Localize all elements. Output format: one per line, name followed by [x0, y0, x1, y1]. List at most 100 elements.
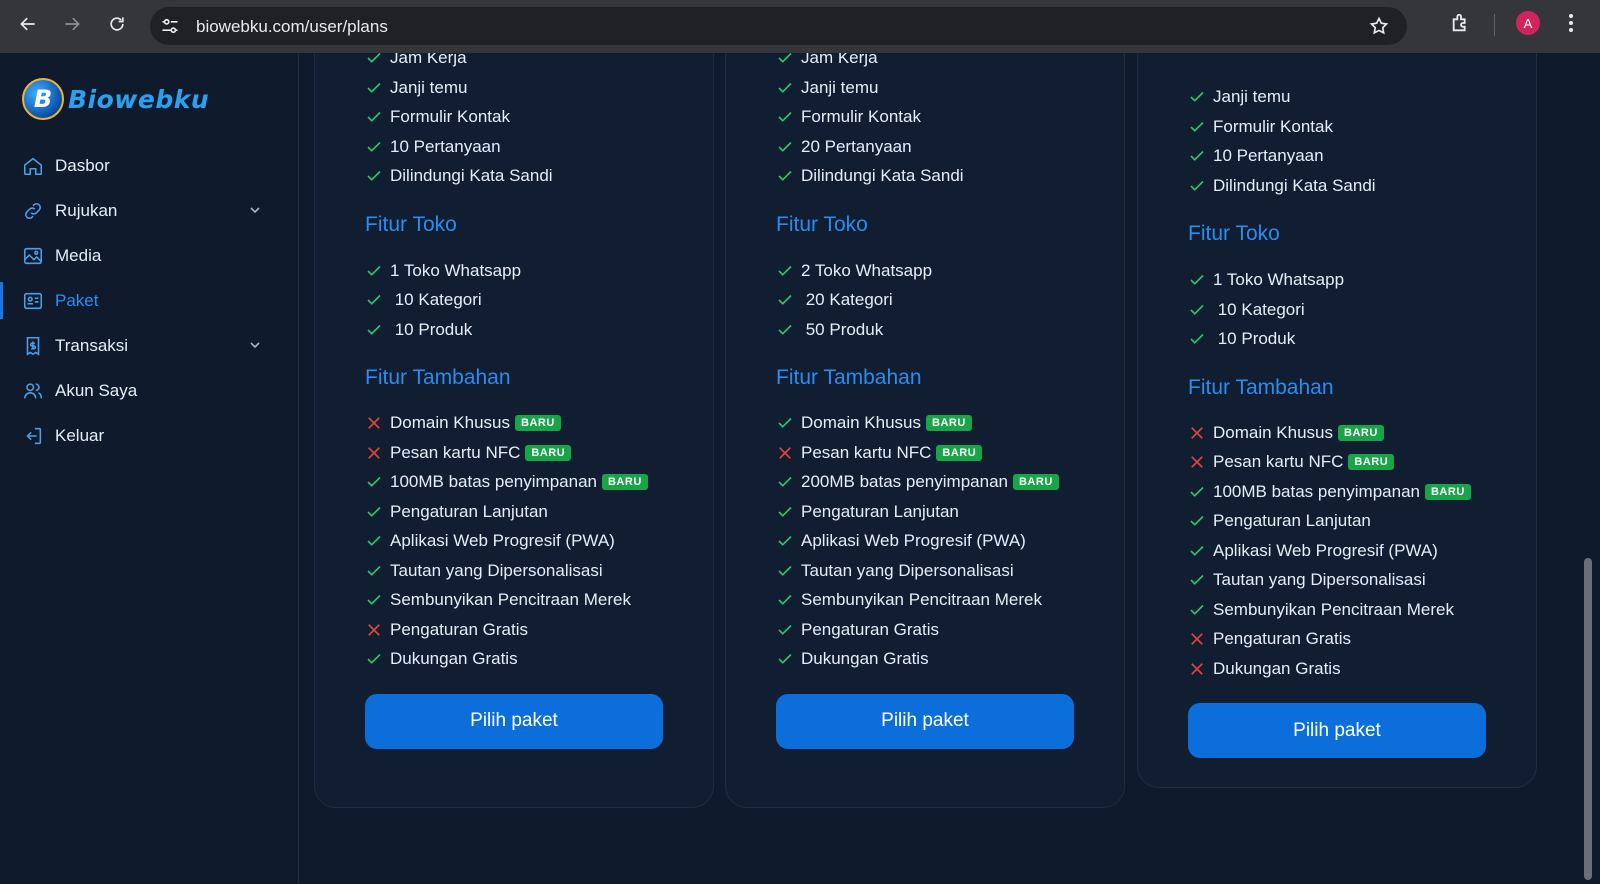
feature-item: Dilindungi Kata Sandi [1188, 175, 1376, 197]
feature-label: Pengaturan Lanjutan [801, 501, 959, 521]
sidebar-item-label: Keluar [55, 425, 105, 445]
feature-label: 1 Toko Whatsapp [390, 260, 522, 280]
cross-icon [368, 417, 380, 429]
feature-item: 10 Produk [365, 319, 472, 341]
feature-label: Dilindungi Kata Sandi [1213, 175, 1376, 195]
feature-label: 10 Produk [1213, 329, 1296, 348]
back-button[interactable] [13, 9, 43, 39]
feature-label: Tautan yang Dipersonalisasi [390, 560, 603, 580]
cross-icon [1191, 633, 1203, 645]
site-settings-icon[interactable] [160, 16, 180, 36]
feature-item: Dilindungi Kata Sandi [776, 165, 964, 187]
check-icon [1190, 180, 1204, 191]
sidebar-item-dasbor[interactable]: Dasbor [0, 143, 299, 188]
cross-icon [368, 446, 380, 459]
feature-item: 100MB batas penyimpanan BARU [365, 471, 648, 493]
check-icon [778, 111, 792, 122]
sidebar-item-transaksi[interactable]: Transaksi [0, 323, 299, 368]
sidebar-item-media[interactable]: Media [0, 233, 299, 278]
feature-item: 10 Produk [1188, 328, 1295, 350]
choose-plan-button[interactable]: Pilih paket [776, 693, 1074, 749]
reload-button[interactable] [102, 9, 132, 39]
feature-item: Janji temu [776, 77, 878, 99]
check-icon [778, 53, 792, 63]
choose-plan-button[interactable]: Pilih paket [365, 693, 663, 749]
feature-item: Sembunyikan Pencitraan Merek [776, 589, 1042, 611]
scrollbar-thumb[interactable] [1584, 558, 1592, 880]
sidebar-item-keluar[interactable]: Keluar [0, 413, 299, 458]
check-icon [778, 506, 792, 517]
feature-label: 100MB batas penyimpanan [390, 472, 597, 491]
feature-label: Pesan kartu NFC [1213, 452, 1344, 471]
feature-label: Pengaturan Gratis [390, 619, 528, 639]
sidebar-item-paket[interactable]: Paket [0, 278, 299, 323]
home-icon [23, 157, 43, 175]
feature-item: 20 Pertanyaan [776, 136, 912, 158]
cross-icon [1191, 662, 1203, 675]
logout-icon [26, 427, 42, 444]
feature-item: Jam Kerja [365, 53, 467, 69]
feature-label: Jam Kerja [390, 53, 467, 67]
address-bar[interactable]: biowebku.com/user/plans [150, 7, 1407, 45]
feature-label: Pengaturan Gratis [1213, 629, 1351, 648]
profile-avatar[interactable]: A [1516, 11, 1540, 35]
feature-label: Janji temu [801, 77, 879, 97]
plan-card: Jam Kerja Janji temu Formulir Kontak 10 Per… [314, 53, 714, 808]
feature-label: 10 Pertanyaan [1213, 146, 1324, 165]
feature-item: 200MB batas penyimpanan BARU [776, 471, 1059, 493]
url-text[interactable]: biowebku.com/user/plans [196, 17, 388, 37]
forward-button[interactable] [57, 9, 87, 39]
check-icon [367, 476, 381, 487]
extensions-icon[interactable] [1450, 12, 1472, 34]
check-icon [1190, 545, 1204, 556]
brand-logo[interactable]: B Biowebku [22, 78, 209, 120]
check-icon [778, 265, 792, 276]
check-icon [778, 653, 792, 664]
more-menu-icon[interactable] [1566, 12, 1576, 34]
check-icon [778, 417, 792, 428]
new-badge: BARU [515, 415, 561, 431]
feature-label: Pengaturan Lanjutan [1213, 511, 1371, 530]
feature-label: Domain Khusus [390, 413, 511, 432]
plan-card: Jam Kerja Janji temu Formulir Kontak 20 Per… [725, 53, 1125, 808]
chevron-down-icon[interactable] [249, 204, 261, 216]
feature-label: Aplikasi Web Progresif (PWA) [390, 531, 615, 550]
feature-item: Pengaturan Lanjutan [776, 501, 959, 523]
feature-item: Formulir Kontak [1188, 116, 1333, 138]
link-icon [25, 202, 41, 219]
sidebar-item-akun-saya[interactable]: Akun Saya [0, 368, 299, 413]
feature-item: Dukungan Gratis [365, 648, 518, 670]
check-icon [367, 506, 381, 517]
feature-label: 10 Pertanyaan [390, 136, 501, 156]
feature-item: Pesan kartu NFC BARU [776, 442, 983, 464]
new-badge: BARU [1012, 474, 1059, 490]
bookmark-star-icon[interactable] [1369, 16, 1389, 36]
store-features-title: Fitur Toko [776, 212, 868, 236]
feature-label: Dukungan Gratis [801, 649, 929, 668]
chevron-down-icon[interactable] [249, 339, 261, 351]
check-icon [778, 294, 792, 305]
check-icon [778, 170, 792, 181]
feature-label: Sembunyikan Pencitraan Merek [390, 590, 631, 609]
check-icon [778, 141, 792, 152]
feature-label: 10 Kategori [390, 290, 482, 309]
cross-icon [368, 623, 380, 636]
feature-item: Pesan kartu NFC BARU [365, 442, 572, 464]
check-icon [1190, 91, 1204, 102]
check-icon [1190, 150, 1204, 161]
sidebar-item-rujukan[interactable]: Rujukan [0, 188, 299, 233]
store-features-title: Fitur Toko [365, 212, 457, 236]
feature-item: Pengaturan Gratis [365, 619, 528, 641]
check-icon [367, 535, 381, 546]
sidebar-menu: Dasbor Rujukan Media Paket Transaksi Akun Say… [0, 143, 299, 458]
feature-label: Pengaturan Gratis [801, 619, 939, 639]
check-icon [367, 324, 381, 335]
check-icon [778, 324, 792, 335]
receipt-icon [26, 336, 40, 356]
check-icon [367, 141, 381, 152]
feature-item: Jam Kerja [776, 53, 878, 69]
check-icon [367, 53, 381, 63]
feature-item: Domain Khusus BARU [776, 412, 972, 434]
feature-item: Sembunyikan Pencitraan Merek [1188, 599, 1454, 621]
choose-plan-button[interactable]: Pilih paket [1188, 703, 1486, 758]
